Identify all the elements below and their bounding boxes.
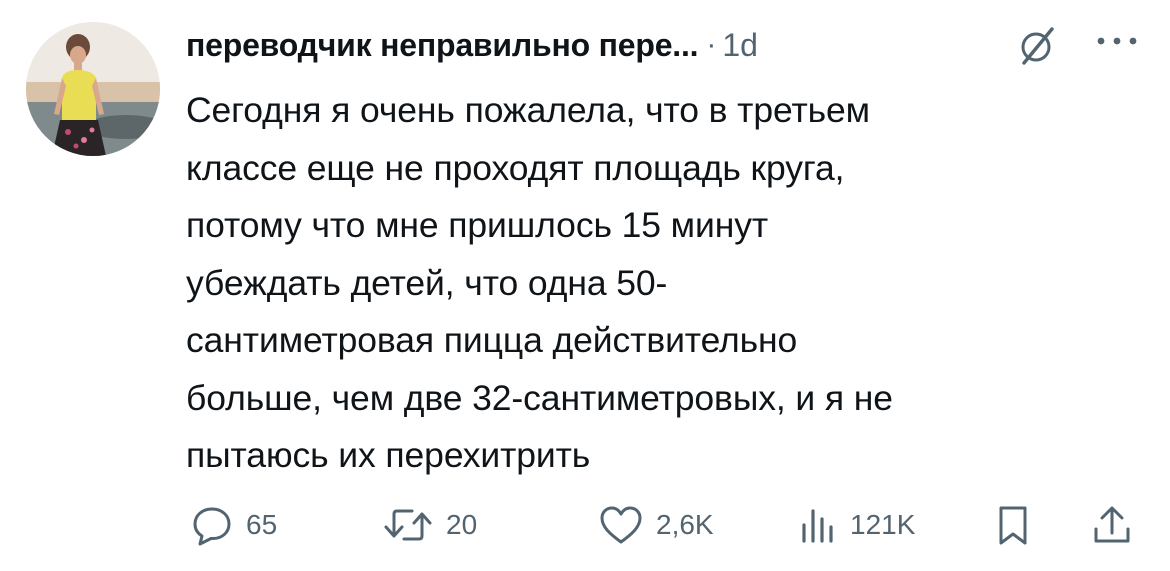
views-count: 121K (850, 509, 916, 540)
heart-icon (600, 506, 642, 544)
bookmark-button[interactable] (994, 500, 1032, 550)
action-bar: 65 20 2,6K 121K (186, 500, 1146, 550)
retweet-icon (384, 509, 432, 541)
post-time[interactable]: 1d (722, 27, 758, 64)
post-text: Сегодня я очень пожалела, что в третьем … (186, 90, 893, 475)
reply-bubble-icon (193, 507, 231, 546)
share-icon (1094, 506, 1130, 543)
retweet-count: 20 (446, 509, 478, 540)
like-count: 2,6K (656, 509, 714, 540)
avatar-photo (26, 22, 160, 156)
retweet-button[interactable]: 20 (382, 500, 477, 550)
post: переводчик неправильно пере... · 1d Сего… (0, 0, 1170, 571)
header-separator: · (706, 28, 717, 61)
more-icon[interactable] (1094, 34, 1140, 48)
views-button[interactable]: 121K (798, 500, 915, 550)
views-bar-icon (802, 509, 833, 543)
bookmark-icon (999, 506, 1027, 545)
author-name[interactable]: переводчик неправильно пере... (186, 27, 699, 64)
grok-icon[interactable] (1014, 24, 1058, 68)
reply-count: 65 (246, 509, 278, 540)
avatar[interactable] (26, 22, 160, 156)
post-header: переводчик неправильно пере... · 1d (186, 22, 758, 68)
share-button[interactable] (1090, 500, 1134, 550)
reply-button[interactable]: 65 (190, 500, 277, 550)
like-button[interactable]: 2,6K (598, 500, 714, 550)
